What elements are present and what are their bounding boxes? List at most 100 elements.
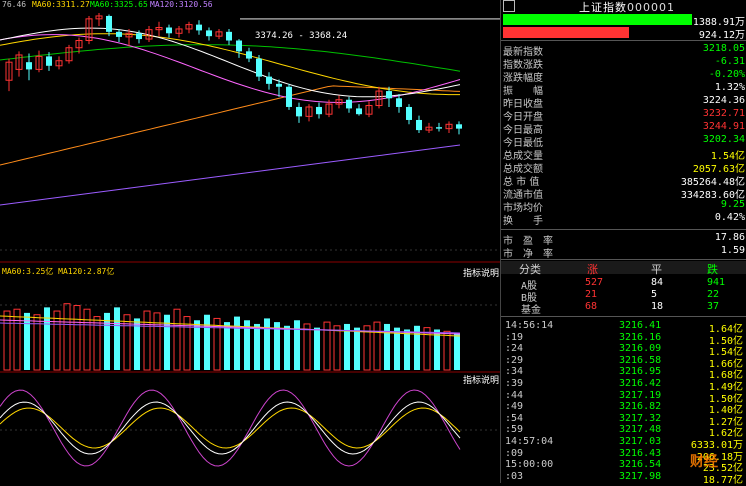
tick-row: :39 3216.42 1.49亿 bbox=[501, 378, 746, 393]
kline-chart-svg[interactable] bbox=[0, 0, 500, 483]
candle-body bbox=[26, 62, 32, 70]
breadth-row: 基金 68 18 37 bbox=[501, 301, 746, 316]
ratio-row: 市 盈 率 17.86 bbox=[503, 232, 745, 247]
candle-body bbox=[106, 15, 112, 32]
stat-row: 今日最低 3202.34 bbox=[503, 134, 745, 149]
stat-row: 流通市值 334283.60亿 bbox=[503, 186, 745, 201]
ma-label-1: 76.46 bbox=[2, 0, 27, 9]
tick-time: :49 bbox=[505, 401, 524, 413]
breadth-up: 21 bbox=[585, 289, 598, 300]
volume-ma-label: MA60:3.25亿 MA120:2.87亿 bbox=[2, 267, 115, 276]
volume-indicator-link[interactable]: 指标说明 bbox=[463, 266, 499, 279]
candle-body bbox=[116, 31, 122, 37]
volume-bar bbox=[204, 314, 210, 370]
stat-value: -6.31 bbox=[714, 56, 745, 67]
sell-power-value: 924.12万 bbox=[698, 30, 745, 41]
volume-bar bbox=[454, 333, 460, 370]
tick-time: :03 bbox=[505, 470, 524, 482]
breadth-up: 527 bbox=[585, 277, 604, 288]
stat-row: 总成交量 1.54亿 bbox=[503, 147, 745, 162]
volume-bar bbox=[224, 322, 230, 370]
stat-value: 3244.91 bbox=[702, 121, 745, 132]
tick-row: :34 3216.95 1.68亿 bbox=[501, 366, 746, 381]
volume-bar bbox=[13, 308, 21, 371]
breadth-col-category: 分类 bbox=[519, 263, 541, 276]
stat-value: 9.25 bbox=[720, 199, 745, 210]
ma-label-4: MA120:3120.56 bbox=[150, 0, 213, 9]
ma-label-2: MA60:3311.27 bbox=[32, 0, 90, 9]
tick-price: 3216.41 bbox=[619, 320, 662, 331]
chart-area[interactable]: 76.46 MA60:3311.27 MA60:3325.65 MA120:31… bbox=[0, 0, 500, 483]
grid-icon[interactable] bbox=[503, 0, 515, 12]
buy-power-fill bbox=[503, 14, 692, 25]
stat-row: 最新指数 3218.05 bbox=[503, 43, 745, 58]
sell-power-bar: 924.12万 bbox=[503, 27, 746, 41]
oscillator-indicator-link[interactable]: 指标说明 bbox=[463, 373, 499, 386]
tick-price: 3217.98 bbox=[619, 470, 662, 482]
quote-header: 上证指数000001 bbox=[501, 0, 746, 14]
breadth-row: B股 21 5 22 bbox=[501, 289, 746, 304]
buy-power-bar: 1388.91万 bbox=[503, 14, 746, 28]
candle-body bbox=[196, 24, 202, 31]
tick-row: :03 3217.98 18.77亿 bbox=[501, 470, 746, 486]
volume-bar bbox=[394, 327, 400, 370]
ratio-value: 1.59 bbox=[720, 245, 745, 256]
tick-time: :24 bbox=[505, 343, 524, 355]
breadth-down: 22 bbox=[707, 289, 720, 300]
tick-row: :19 3216.16 1.50亿 bbox=[501, 331, 746, 347]
volume-bar bbox=[63, 303, 71, 371]
divider bbox=[501, 259, 746, 260]
stat-row: 涨跌幅度 -0.20% bbox=[503, 69, 745, 84]
tick-time: :44 bbox=[505, 389, 524, 401]
quote-panel: 上证指数000001 1388.91万 924.12万 最新指数 3218.05 指… bbox=[500, 0, 746, 486]
stat-row: 今日最高 3244.91 bbox=[503, 121, 745, 136]
candle-body bbox=[236, 40, 242, 52]
volume-bar bbox=[143, 310, 151, 371]
candle-body bbox=[396, 98, 402, 107]
candle-body bbox=[286, 86, 292, 107]
tick-time: :29 bbox=[505, 354, 524, 366]
candle-body bbox=[266, 76, 272, 84]
tick-price: 3216.16 bbox=[619, 331, 662, 343]
volume-bar bbox=[73, 305, 81, 371]
volume-bar bbox=[254, 323, 260, 370]
volume-bar bbox=[44, 307, 50, 370]
tick-time: 15:00:00 bbox=[505, 459, 554, 471]
breadth-col-flat: 平 bbox=[651, 263, 662, 276]
tick-price: 3216.54 bbox=[619, 459, 662, 471]
volume-bar bbox=[123, 314, 131, 371]
breadth-up: 68 bbox=[585, 301, 598, 312]
breadth-name: 基金 bbox=[521, 305, 541, 316]
oscillator-k-line bbox=[0, 401, 461, 455]
candle-body bbox=[256, 58, 262, 77]
volume-bar bbox=[173, 308, 181, 371]
volume-bar bbox=[373, 321, 381, 371]
tick-row: :24 3216.09 1.54亿 bbox=[501, 343, 746, 358]
tick-time: :34 bbox=[505, 366, 524, 378]
breadth-header: 分类 涨 平 跌 bbox=[501, 261, 746, 276]
index-name: 上证指数 bbox=[579, 1, 627, 14]
ratio-value: 17.86 bbox=[714, 232, 745, 243]
volume-bar bbox=[284, 325, 290, 370]
tick-row: 14:57:04 3217.03 6333.01万 bbox=[501, 436, 746, 451]
tick-price: 3216.43 bbox=[619, 447, 662, 459]
tick-price: 3216.42 bbox=[619, 378, 662, 389]
tick-row: :29 3216.58 1.66亿 bbox=[501, 354, 746, 370]
volume-bar bbox=[303, 323, 311, 371]
tick-row: :59 3217.48 1.62亿 bbox=[501, 424, 746, 439]
divider bbox=[501, 229, 746, 230]
tick-row: :44 3217.19 1.50亿 bbox=[501, 389, 746, 405]
volume-bar bbox=[114, 307, 120, 370]
volume-bar bbox=[264, 318, 270, 370]
breadth-col-up: 涨 bbox=[587, 263, 598, 276]
stat-row: 指数涨跌 -6.31 bbox=[503, 56, 745, 71]
volume-bar bbox=[314, 327, 320, 370]
stat-row: 总成交额 2057.63亿 bbox=[503, 160, 745, 175]
candle-body bbox=[346, 99, 352, 109]
breadth-row: A股 527 84 941 bbox=[501, 277, 746, 292]
candle-body bbox=[226, 31, 232, 41]
volume-bar bbox=[323, 321, 331, 371]
breadth-flat: 5 bbox=[651, 289, 658, 300]
ma10-line bbox=[0, 33, 460, 96]
stat-value: 3224.36 bbox=[702, 95, 745, 106]
